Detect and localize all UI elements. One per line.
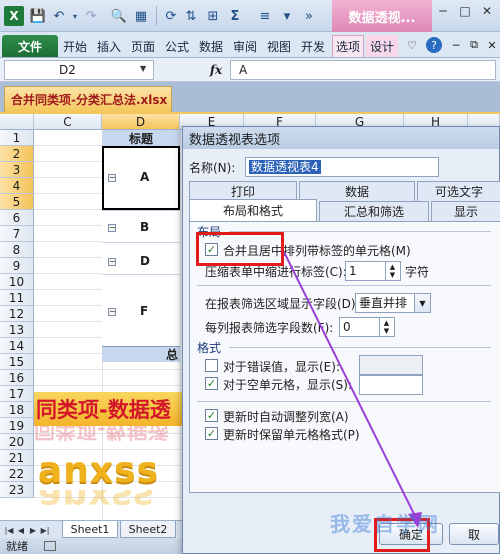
annotation-arrow	[283, 251, 422, 528]
arrow-line	[283, 251, 419, 523]
site-watermark: 我爱自学网	[330, 512, 440, 536]
